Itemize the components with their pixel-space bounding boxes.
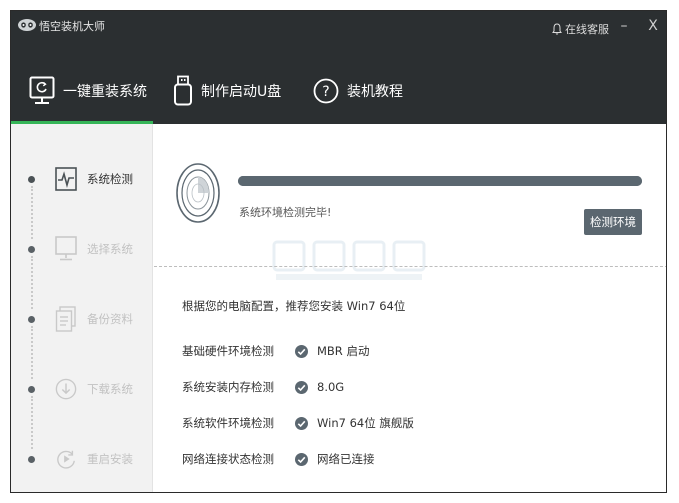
tab-make-usb-label: 制作启动U盘 [201,84,282,100]
step-restart-install[interactable]: 重启安装 [55,446,133,472]
minimize-button[interactable]: – [614,17,634,35]
step-download-system-label: 下载系统 [87,382,133,396]
app-title: 悟空装机大师 [39,20,105,33]
detection-progress-bar [238,176,642,186]
check-circle-icon [295,416,315,430]
step-system-check[interactable]: 系统检测 [55,166,133,192]
step-connector [31,396,33,449]
detect-environment-button[interactable]: 检测环境 [584,209,642,235]
check-row-network: 网络连接状态检测 网络已连接 [182,449,375,469]
tab-one-click-reinstall-label: 一键重装系统 [63,84,147,100]
monitor-refresh-icon [29,76,55,104]
restart-icon [55,446,77,472]
check-row-memory: 系统安装内存检测 8.0G [182,377,344,397]
check-circle-icon [295,344,315,358]
step-connector [31,326,33,379]
detection-progress-fill [238,176,642,186]
question-circle-icon: ? [313,78,339,104]
online-support-label: 在线客服 [565,23,609,36]
app-window: 悟空装机大师 在线客服 – X 一键重装系统 制作启动U盘 ? 装机教程 系统检… [10,10,667,493]
monitor-icon [55,236,77,262]
bell-icon [552,23,562,35]
usb-drive-icon [174,75,192,106]
scan-radar-icon [176,163,220,223]
step-restart-install-label: 重启安装 [87,452,133,466]
check-label: 基础硬件环境检测 [182,344,274,358]
check-value: 8.0G [317,380,345,394]
detection-status-text: 系统环境检测完毕! [239,206,332,219]
main-panel: 系统环境检测完毕! 检测环境 根据您的电脑配置，推荐您安装 Win7 64位 基… [154,124,666,492]
svg-text:?: ? [322,84,329,100]
recommendation-text: 根据您的电脑配置，推荐您安装 Win7 64位 [182,299,406,313]
check-value: 网络已连接 [317,452,375,466]
tab-install-tutorial[interactable]: ? 装机教程 [313,71,403,111]
online-support-button[interactable]: 在线客服 [552,21,609,37]
section-divider [154,266,666,267]
steps-sidebar: 系统检测 选择系统 备份资料 下载系统 重启安装 [11,124,153,492]
check-label: 网络连接状态检测 [182,452,274,466]
check-circle-icon [295,452,315,466]
step-choose-system-label: 选择系统 [87,242,133,256]
step-dot [28,316,35,323]
close-button[interactable]: X [643,17,663,35]
check-circle-icon [295,380,315,394]
check-value: Win7 64位 旗舰版 [317,416,414,430]
title-and-nav-bar: 悟空装机大师 在线客服 – X 一键重装系统 制作启动U盘 ? 装机教程 [11,11,666,124]
check-row-software: 系统软件环境检测 Win7 64位 旗舰版 [182,413,414,433]
check-label: 系统软件环境检测 [182,416,274,430]
step-dot [28,456,35,463]
tab-make-usb[interactable]: 制作启动U盘 [173,71,281,111]
step-system-check-label: 系统检测 [87,172,133,186]
step-dot [28,246,35,253]
step-choose-system[interactable]: 选择系统 [55,236,133,262]
step-dot [28,176,35,183]
pulse-icon [55,166,77,192]
check-value: MBR 启动 [317,344,370,358]
document-icon [55,306,77,332]
watermark-logo [272,240,426,280]
step-dot [28,386,35,393]
step-backup-data-label: 备份资料 [87,312,133,326]
check-label: 系统安装内存检测 [182,380,274,394]
step-connector [31,256,33,309]
monkey-logo-icon [18,19,36,31]
download-icon [55,376,77,402]
step-connector [31,186,33,239]
tab-one-click-reinstall[interactable]: 一键重装系统 [29,71,147,111]
step-backup-data[interactable]: 备份资料 [55,306,133,332]
step-download-system[interactable]: 下载系统 [55,376,133,402]
check-row-hardware: 基础硬件环境检测 MBR 启动 [182,341,369,361]
tab-install-tutorial-label: 装机教程 [347,84,403,100]
